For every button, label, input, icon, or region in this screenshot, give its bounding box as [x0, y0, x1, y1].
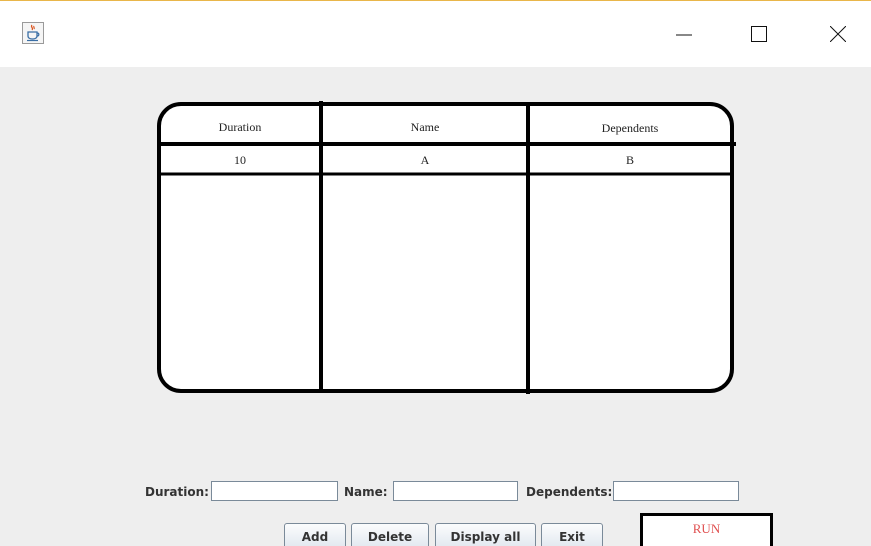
exit-button[interactable]: Exit: [541, 523, 603, 546]
minimize-button[interactable]: [661, 19, 707, 49]
maximize-icon: [751, 26, 767, 42]
name-label: Name:: [344, 485, 388, 499]
table-border: [157, 102, 734, 393]
title-bar: [0, 1, 871, 67]
cell-name[interactable]: A: [322, 153, 528, 167]
cell-dependents[interactable]: B: [530, 153, 730, 167]
app-window: Duration Name Dependents 10 A B Duration…: [0, 0, 871, 546]
column-header-name: Name: [410, 120, 440, 134]
dependents-input[interactable]: [613, 481, 739, 501]
run-button[interactable]: RUN: [640, 513, 773, 546]
cell-duration[interactable]: 10: [160, 153, 320, 167]
maximize-button[interactable]: [736, 19, 782, 49]
duration-input[interactable]: [211, 481, 338, 501]
name-input[interactable]: [393, 481, 518, 501]
close-button[interactable]: [815, 19, 861, 49]
close-icon: [830, 26, 846, 42]
java-cup-icon: [22, 22, 44, 44]
delete-button[interactable]: Delete: [351, 523, 429, 546]
duration-label: Duration:: [145, 485, 209, 499]
add-button[interactable]: Add: [284, 523, 346, 546]
column-header-duration: Duration: [218, 120, 262, 134]
dependents-label: Dependents:: [526, 485, 613, 499]
minimize-icon: [676, 34, 692, 36]
display-all-button[interactable]: Display all: [435, 523, 536, 546]
column-header-dependents: Dependents: [601, 121, 659, 135]
data-table: [157, 101, 736, 394]
